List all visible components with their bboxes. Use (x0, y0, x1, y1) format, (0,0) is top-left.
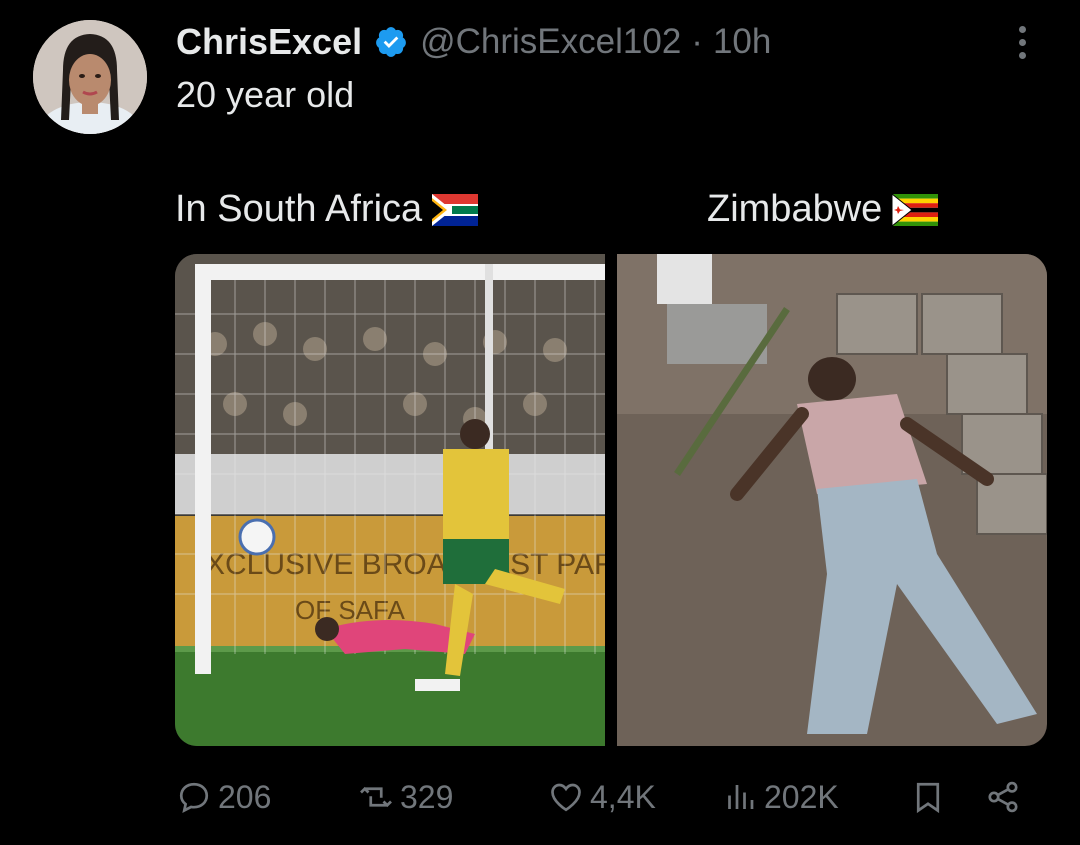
reply-icon (179, 782, 209, 814)
avatar[interactable] (33, 20, 147, 134)
like-count: 4,4K (590, 778, 656, 815)
user-handle[interactable]: @ChrisExcel102 (420, 22, 681, 62)
like-button[interactable]: 4,4K (548, 772, 656, 822)
verified-badge-icon (376, 27, 406, 57)
tweet-text: 20 year old (176, 74, 355, 115)
more-options-icon[interactable] (1010, 26, 1034, 64)
separator-dot: · (691, 22, 703, 61)
tweet-action-bar: 206 329 4,4K 202K (0, 772, 1080, 822)
bookmark-button[interactable] (910, 772, 952, 822)
repost-count: 329 (400, 778, 454, 815)
share-button[interactable] (985, 772, 1027, 822)
heart-icon (551, 783, 581, 812)
panel-label-text: Zimbabwe (707, 188, 883, 230)
bookmark-icon (916, 782, 940, 814)
tweet-media[interactable]: In South Africa XCLUSIVE PAR OF SAFA Zim… (175, 178, 1047, 746)
media-panel-zimbabwe[interactable]: Zimbabwe (617, 178, 1047, 746)
reply-button[interactable]: 206 (176, 772, 271, 822)
reply-count: 206 (218, 778, 272, 815)
media-panel-south-africa[interactable]: In South Africa XCLUSIVE PAR OF SAFA (175, 178, 605, 746)
tweet-header: ChrisExcel @ChrisExcel102 · 10h (176, 20, 771, 64)
timestamp[interactable]: 10h (713, 22, 771, 62)
view-count: 202K (764, 778, 839, 815)
views-button[interactable]: 202K (722, 772, 839, 822)
repost-button[interactable]: 329 (358, 772, 453, 822)
zimbabwe-flag-icon (892, 193, 939, 226)
repost-icon (360, 786, 392, 808)
football-photo[interactable]: XCLUSIVE BROADCAST PARTN OF SAFA (175, 254, 605, 746)
panel-label-zimbabwe: Zimbabwe (617, 188, 1047, 231)
bar-chart-icon (728, 785, 754, 809)
zimbabwe-photo[interactable] (617, 254, 1047, 746)
south-africa-flag-icon (432, 193, 479, 226)
panel-label-south-africa: In South Africa (175, 188, 605, 231)
display-name[interactable]: ChrisExcel (176, 21, 362, 63)
share-icon (988, 781, 1018, 813)
panel-label-text: In South Africa (175, 188, 423, 230)
